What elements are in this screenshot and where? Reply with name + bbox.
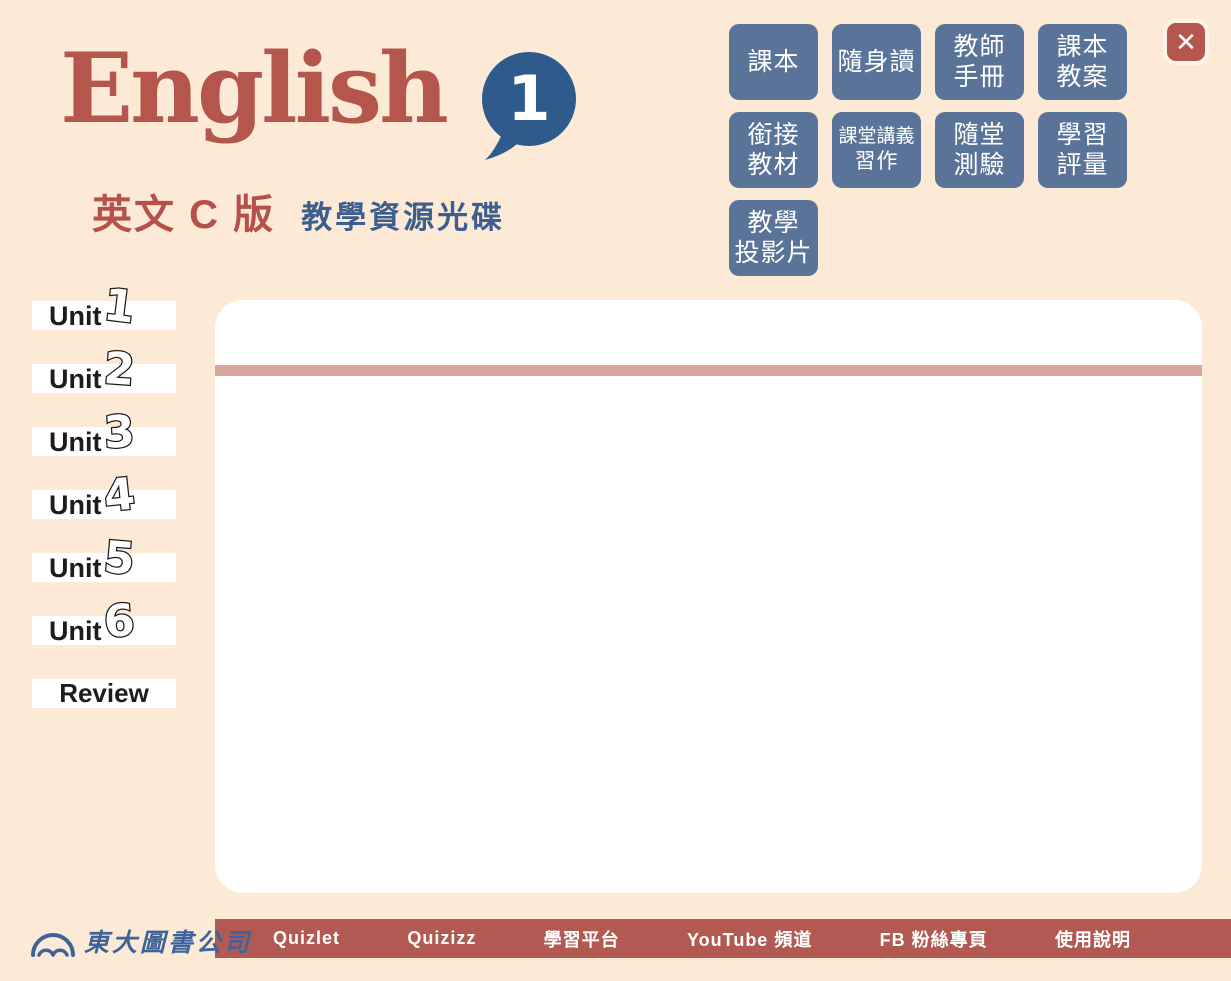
textbook-lesson-plan-button[interactable]: 課本教案 <box>1038 24 1127 100</box>
publisher-name: 東大圖書公司 <box>84 923 252 959</box>
footer-link-bar: Quizlet Quizizz 學習平台 YouTube 頻道 FB 粉絲專頁 … <box>215 919 1231 958</box>
content-panel <box>215 300 1202 893</box>
unit-6-number: 6 <box>103 595 137 648</box>
publisher-logo: 東大圖書公司 <box>30 921 252 961</box>
unit-4-number: 4 <box>102 469 138 523</box>
unit-1-button[interactable]: Unit 1 <box>32 301 176 330</box>
unit-5-button[interactable]: Unit 5 <box>32 553 176 582</box>
learning-assessment-button[interactable]: 學習評量 <box>1038 112 1127 188</box>
quizlet-link[interactable]: Quizlet <box>273 928 340 949</box>
unit-5-number: 5 <box>102 532 137 585</box>
unit-6-button[interactable]: Unit 6 <box>32 616 176 645</box>
volume-number: 1 <box>507 62 550 135</box>
content-divider <box>215 365 1202 376</box>
youtube-channel-link[interactable]: YouTube 頻道 <box>687 926 812 952</box>
teaching-slides-button[interactable]: 教學投影片 <box>729 200 818 276</box>
unit-2-number: 2 <box>103 343 137 396</box>
teacher-manual-button[interactable]: 教師手冊 <box>935 24 1024 100</box>
brand-title: English <box>60 36 446 142</box>
learning-platform-link[interactable]: 學習平台 <box>544 926 620 952</box>
close-button[interactable]: ✕ <box>1163 19 1209 65</box>
unit-4-button[interactable]: Unit 4 <box>32 490 176 519</box>
facebook-fanpage-link[interactable]: FB 粉絲專頁 <box>880 926 988 952</box>
edition-label: 英文 C 版 <box>92 182 275 240</box>
unit-3-number: 3 <box>103 406 136 459</box>
disc-subtitle: 教學資源光碟 <box>301 192 505 237</box>
review-button[interactable]: Review <box>32 679 176 708</box>
resource-button-grid: 課本 隨身讀 教師手冊 課本教案 銜接教材 課堂講義習作 隨堂測驗 學習評量 教… <box>729 24 1141 276</box>
unit-2-button[interactable]: Unit 2 <box>32 364 176 393</box>
publisher-bridge-icon <box>30 924 76 958</box>
unit-1-number: 1 <box>101 279 138 333</box>
pocket-reader-button[interactable]: 隨身讀 <box>832 24 921 100</box>
user-guide-link[interactable]: 使用說明 <box>1055 926 1131 952</box>
textbook-button[interactable]: 課本 <box>729 24 818 100</box>
bridging-material-button[interactable]: 銜接教材 <box>729 112 818 188</box>
unit-3-button[interactable]: Unit 3 <box>32 427 176 456</box>
volume-badge-bubble-icon: 1 <box>478 50 578 160</box>
quiz-button[interactable]: 隨堂測驗 <box>935 112 1024 188</box>
quizizz-link[interactable]: Quizizz <box>407 928 476 949</box>
class-handout-workbook-button[interactable]: 課堂講義習作 <box>832 112 921 188</box>
close-icon: ✕ <box>1175 29 1197 55</box>
brand-logo: English 1 英文 C 版 教學資源光碟 <box>60 36 446 142</box>
